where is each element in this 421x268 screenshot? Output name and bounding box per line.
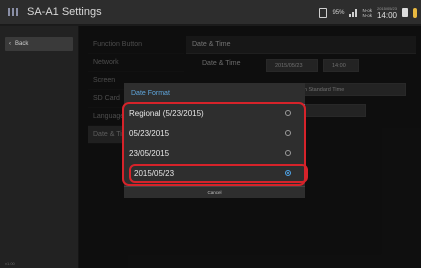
app-menu-icon[interactable]: [8, 8, 20, 16]
selected-option-highlight: [129, 164, 308, 183]
option-label: Regional (5/23/2015): [129, 109, 204, 118]
network-status-bottom: N-ok: [362, 12, 372, 18]
back-button-label: Back: [15, 41, 29, 47]
clock-time: 14:00: [376, 10, 397, 20]
chevron-left-icon: ‹: [9, 41, 11, 47]
option-mm-dd-yyyy[interactable]: 05/23/2015: [129, 124, 303, 143]
battery-icon: [402, 8, 408, 17]
footer-text: v1.00: [5, 261, 15, 266]
app-title: SA-A1 Settings: [27, 6, 102, 18]
option-yyyy-mm-dd[interactable]: 2015/05/23: [129, 164, 308, 183]
status-bar: SA-A1 Settings 95% N-ok N-ok 2015/05/23 …: [0, 0, 421, 25]
signal-icon: [349, 8, 358, 17]
battery-percent: 95%: [332, 9, 345, 16]
pin-icon: [413, 7, 417, 18]
back-button[interactable]: ‹ Back: [5, 37, 73, 51]
radio-icon[interactable]: [285, 150, 291, 156]
option-dd-mm-yyyy[interactable]: 23/05/2015: [129, 144, 303, 163]
status-indicators: 95% N-ok N-ok 2015/05/23 14:00: [319, 0, 417, 25]
left-column: ‹ Back v1.00: [0, 26, 79, 268]
sd-card-icon: [319, 7, 328, 18]
network-status: N-ok N-ok: [362, 8, 372, 18]
option-label: 05/23/2015: [129, 129, 170, 138]
option-regional[interactable]: Regional (5/23/2015): [129, 104, 303, 123]
radio-selected-icon[interactable]: [285, 170, 291, 176]
clock: 2015/05/23 14:00: [377, 6, 397, 20]
radio-icon[interactable]: [285, 130, 291, 136]
option-label: 23/05/2015: [129, 149, 170, 158]
cancel-button[interactable]: Cancel: [124, 186, 305, 198]
radio-icon[interactable]: [285, 110, 291, 116]
options-highlight: Regional (5/23/2015) 05/23/2015 23/05/20…: [122, 102, 308, 186]
